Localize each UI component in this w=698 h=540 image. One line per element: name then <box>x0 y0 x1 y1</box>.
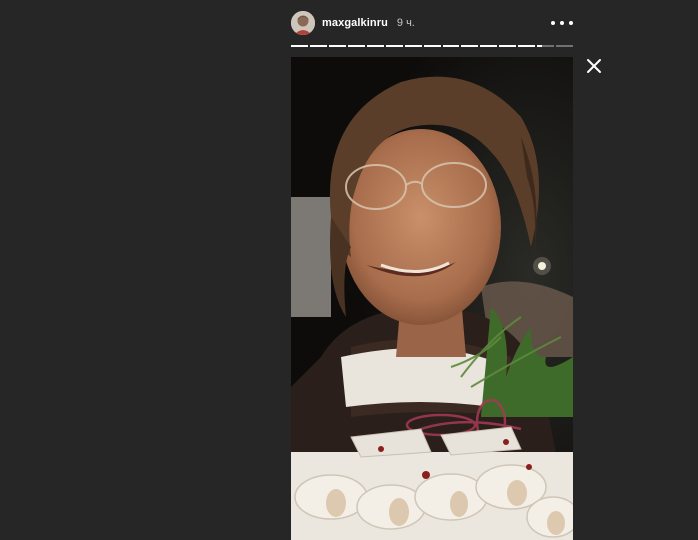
progress-segment <box>499 45 517 47</box>
progress-segment-fill <box>423 45 441 47</box>
progress-segment-fill <box>385 45 403 47</box>
story-username[interactable]: maxgalkinru <box>322 17 388 29</box>
progress-segment <box>404 45 422 47</box>
more-horizontal-icon-dot <box>569 21 573 25</box>
more-horizontal-icon <box>551 21 555 25</box>
progress-segment <box>537 45 555 47</box>
progress-segment-fill <box>404 45 422 47</box>
progress-segment-fill <box>461 45 479 47</box>
progress-segment-fill <box>328 45 346 47</box>
story-viewer: maxgalkinru 9 ч. <box>0 0 698 540</box>
story-media[interactable] <box>291 57 573 540</box>
progress-segment-fill <box>499 45 517 47</box>
progress-segment-fill <box>537 45 543 47</box>
close-icon <box>587 59 601 73</box>
progress-segment-fill <box>291 45 308 47</box>
progress-segment-fill <box>347 45 365 47</box>
progress-segment-fill <box>442 45 460 47</box>
progress-segment <box>328 45 346 47</box>
progress-segment <box>556 45 574 47</box>
progress-segment <box>442 45 460 47</box>
progress-segment <box>480 45 498 47</box>
progress-segment-fill <box>480 45 498 47</box>
progress-segment-fill <box>518 45 536 47</box>
progress-segment-fill <box>366 45 384 47</box>
story-timestamp: 9 ч. <box>396 17 415 29</box>
avatar[interactable] <box>291 11 315 35</box>
avatar-image <box>291 11 315 35</box>
progress-segment <box>309 45 327 47</box>
more-horizontal-icon-dot <box>560 21 564 25</box>
progress-segment <box>347 45 365 47</box>
close-button[interactable] <box>584 56 604 76</box>
story-photo <box>291 57 573 540</box>
progress-segment <box>518 45 536 47</box>
story-header: maxgalkinru 9 ч. <box>291 10 573 36</box>
progress-segment <box>385 45 403 47</box>
progress-segment <box>366 45 384 47</box>
more-options-button[interactable] <box>551 16 573 30</box>
story-progress-bar <box>291 45 574 47</box>
progress-segment <box>423 45 441 47</box>
progress-segment-fill <box>309 45 327 47</box>
progress-segment <box>461 45 479 47</box>
progress-segment <box>291 45 308 47</box>
